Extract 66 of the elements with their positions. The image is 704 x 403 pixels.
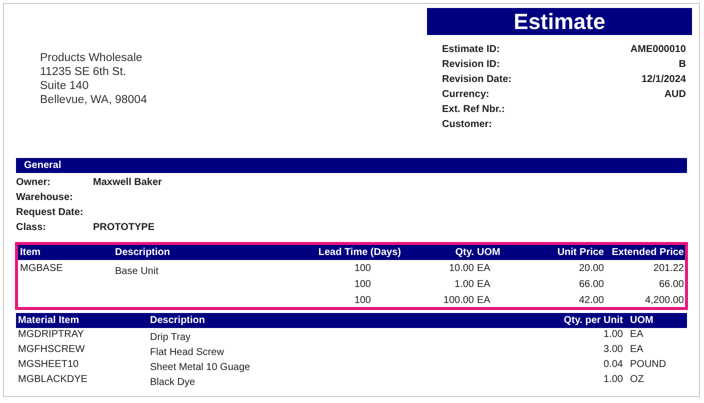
table-cell-text: EA	[630, 328, 644, 342]
table-cell-text: MGDRIPTRAY	[17, 328, 85, 342]
address-line: 11235 SE 6th St.	[40, 65, 128, 79]
table-cell-text: EA	[477, 278, 492, 292]
column-header: Description	[150, 314, 206, 328]
table-cell-text: MGFHSCREW	[17, 343, 86, 357]
field-value: AUD	[664, 88, 686, 102]
field-value: Maxwell Baker	[93, 176, 162, 190]
table-cell-text: 0.04	[602, 358, 623, 372]
table-cell-text: 66.00	[658, 278, 684, 292]
table-cell-text: MGBLACKDYE	[17, 373, 88, 387]
field-value: PROTOTYPE	[93, 221, 154, 235]
field-label: Warehouse:	[16, 191, 74, 205]
field-value: B	[678, 58, 686, 72]
table-cell-text: 1.00	[454, 278, 474, 292]
table-cell-text: EA	[477, 262, 492, 276]
table-cell-text: EA	[477, 294, 492, 308]
field-label: Owner:	[16, 176, 52, 190]
table-cell-text: 100	[353, 294, 372, 308]
column-header: Lead Time (Days)	[317, 246, 401, 260]
field-value: AME000010	[630, 43, 686, 57]
field-value: 12/1/2024	[642, 73, 686, 87]
table-cell-text: 42.00	[578, 294, 604, 308]
document-title: Estimate	[427, 8, 692, 35]
column-header: UOM	[477, 246, 502, 260]
address-line: Bellevue, WA, 98004	[40, 93, 147, 107]
table-cell-text: MGSHEET10	[17, 358, 80, 372]
table-cell-text: 1.00	[602, 373, 623, 387]
table-cell-text: 100	[353, 262, 372, 276]
field-label: Currency:	[442, 88, 490, 102]
table-cell-text: MGBASE	[19, 262, 64, 276]
field-label: Request Date:	[16, 206, 84, 220]
column-header: Qty. per Unit	[562, 314, 623, 328]
table-cell-text: 100	[353, 278, 372, 292]
column-header: Extended Price	[610, 246, 684, 260]
section-header: General	[16, 158, 687, 173]
table-cell-text: Base Unit	[115, 265, 160, 279]
address-line: Products Wholesale	[40, 51, 144, 65]
column-header: Unit Price	[556, 246, 604, 260]
field-label: Estimate ID:	[442, 43, 500, 57]
field-label: Class:	[16, 221, 48, 235]
column-header: UOM	[630, 314, 654, 328]
column-header: Item	[19, 246, 42, 260]
table-cell-text: 10.00	[448, 262, 474, 276]
field-label: Revision ID:	[442, 58, 500, 72]
field-label: Revision Date:	[442, 73, 512, 87]
table-cell-text: OZ	[630, 373, 645, 387]
column-header: Description	[115, 246, 172, 260]
table-cell-text: 201.22	[652, 262, 684, 276]
table-cell-text: EA	[630, 343, 644, 357]
table-cell-text: 100.00	[442, 294, 474, 308]
table-cell-text: Sheet Metal 10 Guage	[150, 361, 252, 375]
column-header: Material Item	[17, 314, 80, 328]
table-cell-text: Black Dye	[150, 376, 196, 390]
table-cell-text: 20.00	[578, 262, 604, 276]
address-line: Suite 140	[40, 79, 90, 93]
field-label: Customer:	[442, 118, 492, 132]
table-cell-text: Drip Tray	[150, 331, 192, 345]
column-header: Qty.	[454, 246, 474, 260]
table-cell-text: Flat Head Screw	[150, 346, 225, 360]
table-cell-text: 1.00	[602, 328, 623, 342]
table-cell-text: 4,200.00	[644, 294, 684, 308]
table-cell-text: 66.00	[578, 278, 604, 292]
table-cell-text: POUND	[630, 358, 668, 372]
table-cell-text: 3.00	[602, 343, 623, 357]
field-label: Ext. Ref Nbr.:	[442, 103, 505, 117]
